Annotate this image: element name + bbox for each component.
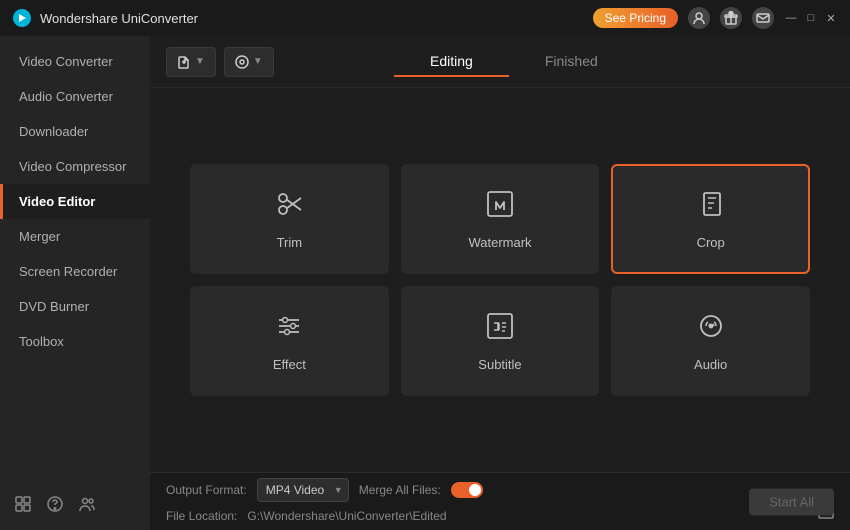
file-path-value: G:\Wondershare\UniConverter\Edited bbox=[247, 509, 804, 523]
effect-icon bbox=[273, 310, 305, 347]
bottom-row-format: Output Format: MP4 Video MOV Video AVI V… bbox=[166, 478, 834, 502]
watermark-icon bbox=[484, 188, 516, 225]
add-file-icon bbox=[177, 55, 191, 69]
tool-card-crop[interactable]: Crop bbox=[611, 164, 810, 274]
file-location-label: File Location: bbox=[166, 509, 237, 523]
audio-label: Audio bbox=[694, 357, 727, 372]
add-file-arrow: ▼ bbox=[195, 56, 205, 67]
settings-button[interactable]: ▼ bbox=[224, 47, 274, 77]
see-pricing-button[interactable]: See Pricing bbox=[593, 8, 678, 28]
sidebar-item-audio-converter[interactable]: Audio Converter bbox=[0, 79, 150, 114]
title-bar-left: Wondershare UniConverter bbox=[12, 8, 198, 28]
trim-icon bbox=[273, 188, 305, 225]
main-layout: Video Converter Audio Converter Download… bbox=[0, 36, 850, 530]
sidebar-item-dvd-burner[interactable]: DVD Burner bbox=[0, 289, 150, 324]
settings-icon bbox=[235, 55, 249, 69]
tool-card-subtitle[interactable]: Subtitle bbox=[401, 286, 600, 396]
format-select[interactable]: MP4 Video MOV Video AVI Video bbox=[257, 478, 349, 502]
crop-icon bbox=[695, 188, 727, 225]
audio-icon bbox=[695, 310, 727, 347]
sidebar-item-screen-recorder[interactable]: Screen Recorder bbox=[0, 254, 150, 289]
sidebar-item-toolbox[interactable]: Toolbox bbox=[0, 324, 150, 359]
title-bar-right: See Pricing — □ ✕ bbox=[593, 7, 838, 29]
minimize-button[interactable]: — bbox=[784, 11, 798, 25]
sidebar: Video Converter Audio Converter Download… bbox=[0, 36, 150, 530]
output-format-label: Output Format: bbox=[166, 483, 247, 497]
gallery-icon[interactable] bbox=[14, 495, 32, 518]
tool-card-watermark[interactable]: Watermark bbox=[401, 164, 600, 274]
tool-card-effect[interactable]: Effect bbox=[190, 286, 389, 396]
sidebar-item-video-editor[interactable]: Video Editor bbox=[0, 184, 150, 219]
users-icon[interactable] bbox=[78, 495, 96, 518]
title-bar: Wondershare UniConverter See Pricing — bbox=[0, 0, 850, 36]
app-logo-icon bbox=[12, 8, 32, 28]
tool-card-audio[interactable]: Audio bbox=[611, 286, 810, 396]
add-file-button[interactable]: ▼ bbox=[166, 47, 216, 77]
format-select-wrapper: MP4 Video MOV Video AVI Video ▼ bbox=[257, 478, 349, 502]
sidebar-bottom-icons bbox=[0, 495, 150, 518]
editor-content: Trim Watermark bbox=[150, 88, 850, 472]
top-toolbar: ▼ ▼ Editing Finished bbox=[150, 36, 850, 88]
tab-finished[interactable]: Finished bbox=[509, 47, 634, 77]
tabs-area: Editing Finished bbox=[394, 47, 634, 77]
tools-grid: Trim Watermark bbox=[190, 164, 810, 396]
mail-icon[interactable] bbox=[752, 7, 774, 29]
effect-label: Effect bbox=[273, 357, 306, 372]
window-controls: — □ ✕ bbox=[784, 11, 838, 25]
close-button[interactable]: ✕ bbox=[824, 11, 838, 25]
crop-label: Crop bbox=[697, 235, 725, 250]
toolbar-left: ▼ ▼ bbox=[166, 47, 274, 77]
watermark-label: Watermark bbox=[468, 235, 531, 250]
bottom-bar: Output Format: MP4 Video MOV Video AVI V… bbox=[150, 472, 850, 530]
sidebar-item-video-converter[interactable]: Video Converter bbox=[0, 44, 150, 79]
gift-icon[interactable] bbox=[720, 7, 742, 29]
sidebar-item-downloader[interactable]: Downloader bbox=[0, 114, 150, 149]
subtitle-icon bbox=[484, 310, 516, 347]
user-icon[interactable] bbox=[688, 7, 710, 29]
sidebar-item-video-compressor[interactable]: Video Compressor bbox=[0, 149, 150, 184]
trim-label: Trim bbox=[277, 235, 303, 250]
tab-editing[interactable]: Editing bbox=[394, 47, 509, 77]
app-title: Wondershare UniConverter bbox=[40, 11, 198, 26]
subtitle-label: Subtitle bbox=[478, 357, 521, 372]
sidebar-item-merger[interactable]: Merger bbox=[0, 219, 150, 254]
start-all-button: Start All bbox=[749, 488, 834, 515]
settings-arrow: ▼ bbox=[253, 56, 263, 67]
tool-card-trim[interactable]: Trim bbox=[190, 164, 389, 274]
maximize-button[interactable]: □ bbox=[804, 11, 818, 25]
content-area: ▼ ▼ Editing Finished bbox=[150, 36, 850, 530]
merge-all-label: Merge All Files: bbox=[359, 483, 441, 497]
help-icon[interactable] bbox=[46, 495, 64, 518]
bottom-row-location: File Location: G:\Wondershare\UniConvert… bbox=[166, 506, 834, 525]
merge-toggle[interactable] bbox=[451, 482, 483, 498]
toggle-knob bbox=[469, 484, 481, 496]
